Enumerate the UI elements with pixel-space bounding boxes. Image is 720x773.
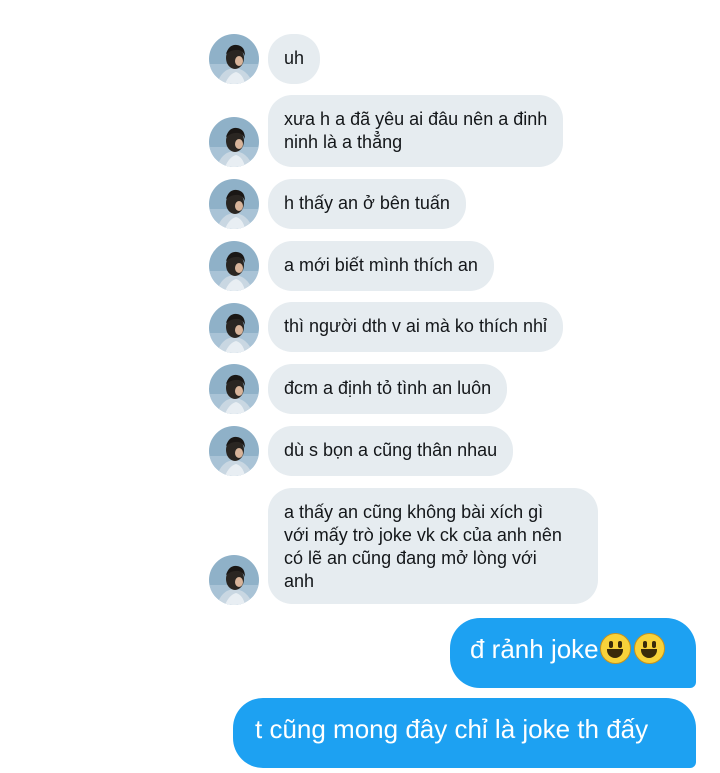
outgoing-message[interactable]: đ rảnh joke [450,618,696,688]
incoming-message[interactable]: uh [268,34,321,84]
incoming-message[interactable]: đcm a định tỏ tình an luôn [268,364,508,414]
incoming-message[interactable]: a mới biết mình thích an [268,241,494,291]
avatar[interactable] [209,34,259,84]
grinning-face-icon [633,633,665,664]
avatar[interactable] [209,555,259,605]
outgoing-message[interactable]: t cũng mong đây chỉ là joke th đấy [233,698,696,768]
incoming-message[interactable]: xưa h a đã yêu ai đâu nên a đinh ninh là… [268,95,564,167]
outgoing-message-text: đ rảnh joke [470,634,599,664]
avatar[interactable] [209,179,259,229]
incoming-message[interactable]: thì người dth v ai mà ko thích nhỉ [268,302,563,352]
avatar[interactable] [209,241,259,291]
incoming-message[interactable]: h thấy an ở bên tuấn [268,179,466,229]
grinning-face-icon [599,633,631,664]
avatar[interactable] [209,426,259,476]
incoming-message[interactable]: a thấy an cũng không bài xích gì với mấy… [268,488,598,604]
incoming-message[interactable]: dù s bọn a cũng thân nhau [268,426,514,476]
avatar[interactable] [209,364,259,414]
avatar[interactable] [209,117,259,167]
avatar[interactable] [209,303,259,353]
